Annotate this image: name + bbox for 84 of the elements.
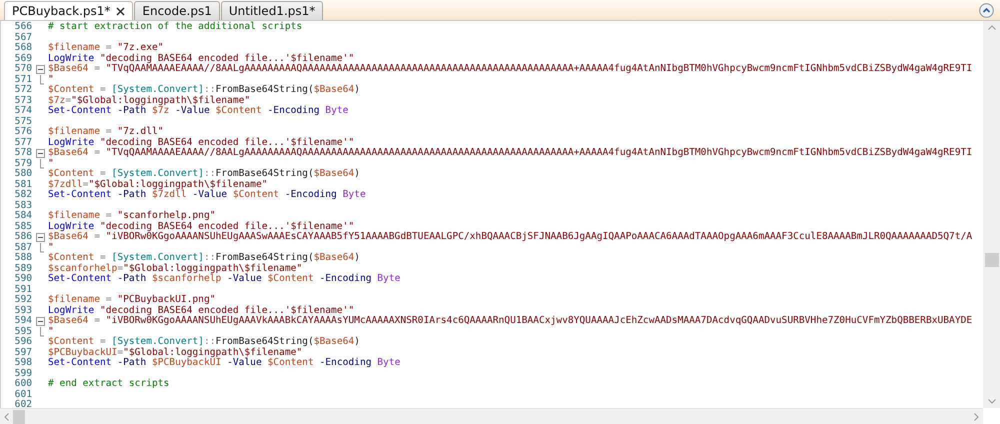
code-line: LogWrite "decoding BASE64 encoded file...'$filename'": [48, 54, 354, 64]
code-line: ": [48, 242, 54, 252]
line-number: 598: [14, 358, 33, 368]
code-line: Set-Content -Path $PCBuybackUI -Value $Content -Encoding Byte: [48, 358, 400, 368]
line-number: 586: [14, 232, 33, 242]
line-number: 570: [14, 64, 33, 74]
line-number: 582: [14, 190, 33, 200]
editor-tab[interactable]: PCBuyback.ps1*: [4, 1, 134, 20]
line-number: 595: [14, 326, 33, 336]
line-number: 589: [14, 264, 33, 274]
line-number: 575: [14, 116, 33, 126]
line-number: 585: [14, 222, 33, 232]
scrollbar-thumb[interactable]: [13, 410, 25, 424]
line-number: 566: [14, 22, 33, 32]
code-line: $filename = "7z.dll": [48, 127, 164, 138]
line-number: 596: [14, 337, 33, 348]
code-line: Set-Content -Path $scanforhelp -Value $Content -Encoding Byte: [48, 274, 400, 284]
horizontal-scrollbar[interactable]: [0, 408, 983, 424]
line-number: 568: [14, 43, 33, 54]
code-line: $filename = "scanforhelp.png": [48, 211, 216, 222]
line-number: 574: [14, 106, 33, 116]
line-number: 593: [14, 306, 33, 316]
code-line: LogWrite "decoding BASE64 encoded file...'$filename'": [48, 138, 354, 148]
code-line: $7z="$Global:loggingpath\$filename": [48, 96, 250, 106]
line-number: 591: [14, 284, 33, 294]
line-number: 590: [14, 274, 33, 284]
code-line: $scanforhelp="$Global:loggingpath\$filename": [48, 264, 302, 274]
line-number: 581: [14, 180, 33, 190]
line-number: 600: [14, 379, 33, 390]
line-number: 584: [14, 211, 33, 222]
code-line: $Content = [System.Convert]::FromBase64String($Base64): [48, 85, 360, 96]
code-line: LogWrite "decoding BASE64 encoded file...'$filename'": [48, 306, 354, 316]
code-line: Set-Content -Path $7zdll -Value $Content -Encoding Byte: [48, 190, 366, 200]
code-line: ": [48, 326, 54, 336]
code-line: $filename = "7z.exe": [48, 43, 164, 54]
line-number: 602: [14, 400, 33, 410]
editor-tab[interactable]: Encode.ps1: [134, 1, 220, 20]
line-number: 573: [14, 96, 33, 106]
code-line: $Base64 = "iVBORw0KGgoAAAANSUhEUgAAAVkAAABkCAYAAAAsYUMcAAAAAXNSR0IArs4c6QAAAARnQU1BAACxjwv8YQUAAAAJcEhZcwAADsMAAA7DAcdvqGQAADvuSURBVHhe7Z0HuCVFmYZbQBBERBxUBAYDE: [48, 316, 972, 326]
code-line: ": [48, 158, 54, 168]
line-number: 569: [14, 54, 33, 64]
line-number: 571: [14, 74, 33, 84]
code-line: LogWrite "decoding BASE64 encoded file...'$filename'": [48, 222, 354, 232]
collapse-icon[interactable]: [36, 232, 45, 242]
line-number: 583: [14, 200, 33, 210]
line-number: 580: [14, 169, 33, 180]
line-number: 588: [14, 253, 33, 264]
code-line: # start extraction of the additional scripts: [48, 22, 302, 32]
collapse-icon[interactable]: [36, 64, 45, 74]
collapse-icon[interactable]: [36, 148, 45, 158]
collapse-pane-icon[interactable]: [979, 3, 994, 18]
code-line: Set-Content -Path $7z -Value $Content -Encoding Byte: [48, 106, 348, 116]
close-icon[interactable]: [116, 6, 126, 16]
scroll-right-icon[interactable]: [974, 412, 979, 420]
line-number: 597: [14, 348, 33, 358]
line-number: 587: [14, 242, 33, 252]
scroll-down-icon[interactable]: [988, 399, 996, 404]
code-line: $7zdll="$Global:loggingpath\$filename": [48, 180, 268, 190]
scroll-up-icon[interactable]: [988, 25, 996, 30]
line-number: 577: [14, 138, 33, 148]
code-line: $PCBuybackUI="$Global:loggingpath\$filename": [48, 348, 302, 358]
code-line: $Base64 = "iVBORw0KGgoAAAANSUhEUgAAASwAAAEsCAYAAAB5fY51AAAABGdBTUEAALGPC/xhBQAAACBjSFJNAAB6JgAAgIQAAPoAAACA6AAAdTAAAOpgAAA6mAAAF3CculE8AAAABmJLR0QAAAAAAAD5Q7t/A: [48, 232, 972, 242]
scrollbar-thumb[interactable]: [984, 253, 998, 267]
collapse-icon[interactable]: [36, 316, 45, 326]
line-number: 576: [14, 127, 33, 138]
line-number: 601: [14, 390, 33, 400]
code-line: $Base64 = "TVqQAAMAAAAEAAAA//8AALgAAAAAAAAAQAAAAAAAAAAAAAAAAAAAAAAAAAAAAAAAAAAAAAAAAAAAAAAA+AAAAA4fug4AtAnNIbgBTM0hVGhpcyBwcm9ncmFtIGNhbm5vdCBiZSBydW4gaW4gRE9TI: [48, 64, 972, 74]
line-number: 578: [14, 148, 33, 158]
line-number: 594: [14, 316, 33, 326]
code-line: ": [48, 74, 54, 84]
code-line: $filename = "PCBuybackUI.png": [48, 295, 216, 306]
vertical-scrollbar[interactable]: [983, 21, 1000, 408]
line-number: 579: [14, 158, 33, 168]
code-line: $Base64 = "TVqQAAMAAAAEAAAA//8AALgAAAAAAAAAQAAAAAAAAAAAAAAAAAAAAAAAAAAAAAAAAAAAAAAAAAAAAAAA+AAAAA4fug4AtAnNIbgBTM0hVGhpcyBwcm9ncmFtIGNhbm5vdCBiZSBydW4gaW4gRE9TI: [48, 148, 972, 158]
code-line: $Content = [System.Convert]::FromBase64String($Base64): [48, 253, 360, 264]
scroll-left-icon[interactable]: [4, 412, 9, 420]
code-line: $Content = [System.Convert]::FromBase64String($Base64): [48, 337, 360, 348]
code-line: $Content = [System.Convert]::FromBase64String($Base64): [48, 169, 360, 180]
code-line: # end extract scripts: [48, 379, 170, 390]
line-number: 567: [14, 32, 33, 42]
line-number: 599: [14, 368, 33, 378]
line-number: 592: [14, 295, 33, 306]
editor-tab[interactable]: Untitled1.ps1*: [220, 1, 324, 20]
line-number: 572: [14, 85, 33, 96]
